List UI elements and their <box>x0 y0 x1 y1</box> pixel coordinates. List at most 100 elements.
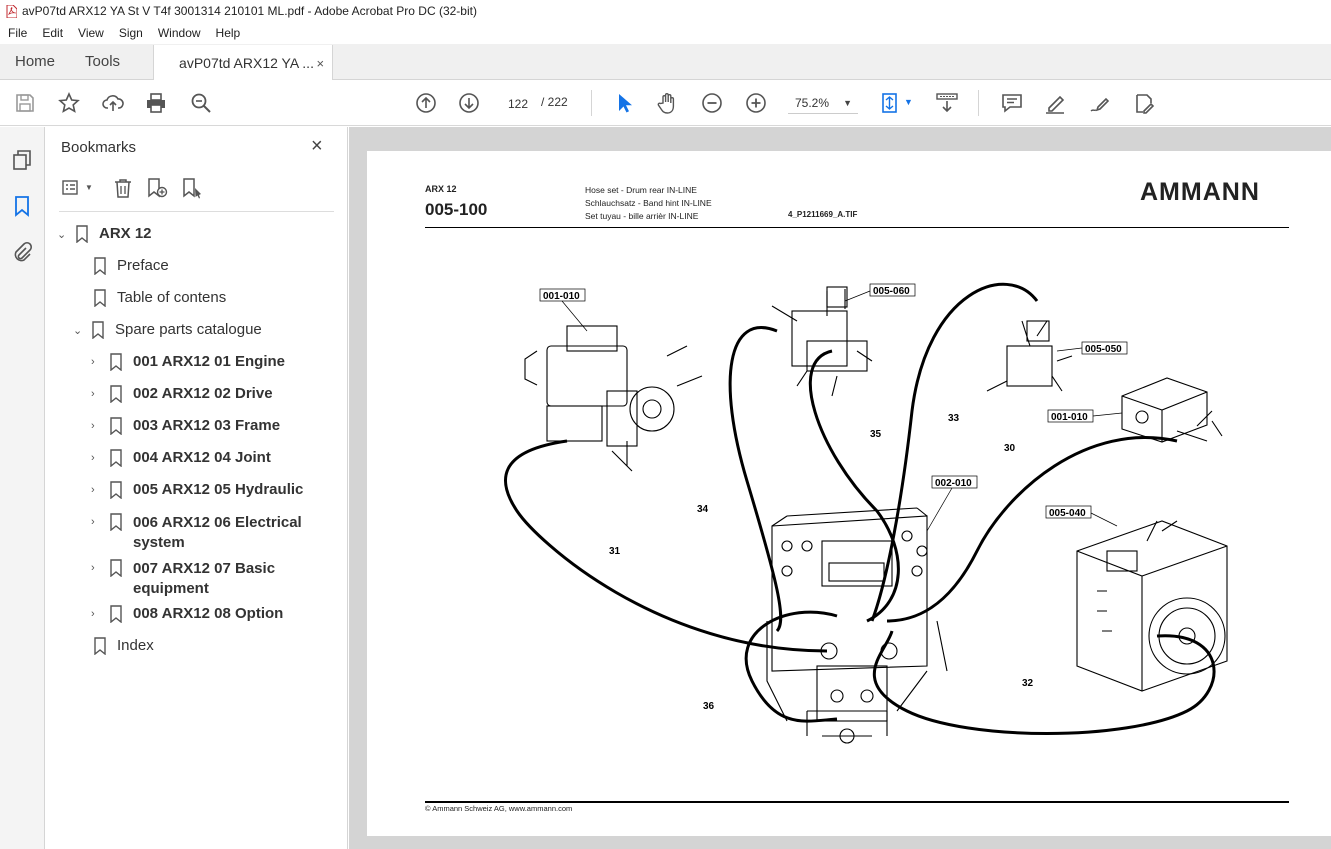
chevron-right-icon[interactable]: › <box>91 356 105 368</box>
highlight-icon[interactable] <box>1043 91 1067 115</box>
window-title: avP07td ARX12 YA St V T4f 3001314 210101… <box>22 4 477 18</box>
print-icon[interactable] <box>144 91 168 115</box>
next-page-icon[interactable] <box>457 91 481 115</box>
bookmark-table-of-contents[interactable]: Table of contens <box>89 289 226 308</box>
bookmark-label-line2: equipment <box>133 580 209 597</box>
chevron-right-icon[interactable]: › <box>91 608 105 620</box>
bookmark-label-line1: 006 ARX12 06 Electrical <box>133 514 302 531</box>
hose-number-35: 35 <box>870 429 882 440</box>
bookmark-icon[interactable] <box>11 195 33 217</box>
pdf-icon <box>5 4 17 18</box>
page-number-input[interactable]: 122 <box>500 92 536 114</box>
menu-help[interactable]: Help <box>208 26 248 40</box>
bookmark-flag-icon <box>91 321 105 340</box>
cooler-component <box>1076 520 1228 692</box>
drum-frame-component <box>766 507 948 744</box>
chevron-right-icon[interactable]: › <box>91 452 105 464</box>
chevron-right-icon[interactable]: › <box>91 420 105 432</box>
callout-001-010-b: 001-010 <box>1051 412 1088 423</box>
chevron-down-icon[interactable]: ⌄ <box>73 324 87 337</box>
close-tab-icon[interactable]: × <box>316 56 324 71</box>
bookmark-spare-parts[interactable]: ⌄ Spare parts catalogue <box>73 321 262 340</box>
page-footer: © Ammann Schweiz AG, www.ammann.com <box>425 804 573 813</box>
bookmark-flag-icon <box>93 257 107 276</box>
upload-icon[interactable] <box>101 91 125 115</box>
bookmarks-panel: Bookmarks × ▼ ⌄ ARX 12 Preface Table of … <box>45 127 348 849</box>
bookmark-003[interactable]: › 003 ARX12 03 Frame <box>91 417 280 436</box>
bookmark-label: 008 ARX12 08 Option <box>133 605 284 622</box>
bookmark-008[interactable]: › 008 ARX12 08 Option <box>91 605 284 624</box>
zoom-in-icon[interactable] <box>744 91 768 115</box>
options-chevron-icon[interactable]: ▼ <box>85 183 93 192</box>
document-viewer[interactable]: ARX 12 005-100 Hose set - Drum rear IN-L… <box>349 127 1331 849</box>
save-icon[interactable] <box>13 91 37 115</box>
bookmark-flag-icon <box>93 637 107 656</box>
bookmark-index[interactable]: Index <box>89 637 154 656</box>
bookmark-label: Index <box>117 637 154 654</box>
chevron-right-icon[interactable]: › <box>91 562 105 574</box>
bookmark-flag-icon <box>109 559 123 578</box>
zoom-out-icon[interactable] <box>700 91 724 115</box>
bookmarks-toolbar: ▼ <box>45 175 348 212</box>
fit-page-chevron-icon[interactable]: ▼ <box>904 97 913 107</box>
menu-window[interactable]: Window <box>150 26 208 40</box>
bookmark-002[interactable]: › 002 ARX12 02 Drive <box>91 385 273 404</box>
toolbar-divider <box>591 90 592 116</box>
tab-document[interactable]: avP07td ARX12 YA ... × <box>153 45 334 81</box>
hand-icon[interactable] <box>656 91 680 115</box>
bookmark-005[interactable]: › 005 ARX12 05 Hydraulic <box>91 481 303 500</box>
divider <box>59 211 334 212</box>
hose-number-32: 32 <box>1022 678 1034 689</box>
hose-diagram: 001-010 005-060 005-050 001-010 002-010 … <box>504 282 1228 744</box>
options-icon[interactable] <box>61 177 83 199</box>
sign-icon[interactable] <box>1088 91 1112 115</box>
callout-005-040: 005-040 <box>1049 508 1086 519</box>
menu-sign[interactable]: Sign <box>111 26 150 40</box>
bookmark-004[interactable]: › 004 ARX12 04 Joint <box>91 449 271 468</box>
chevron-right-icon[interactable]: › <box>91 516 105 528</box>
bookmark-flag-icon <box>75 225 89 244</box>
find-bookmark-icon[interactable] <box>181 177 203 199</box>
callout-labels: 001-010 005-060 005-050 001-010 002-010 … <box>539 283 1128 712</box>
chevron-down-icon[interactable]: ⌄ <box>57 228 71 241</box>
callout-002-010: 002-010 <box>935 478 972 489</box>
menu-view[interactable]: View <box>70 26 111 40</box>
tab-tools[interactable]: Tools <box>70 44 135 79</box>
new-bookmark-icon[interactable] <box>146 177 168 199</box>
hose-number-31: 31 <box>609 546 621 557</box>
bookmark-007[interactable]: › 007 ARX12 07 Basic equipment <box>91 559 275 599</box>
attachment-icon[interactable] <box>11 241 33 263</box>
comment-icon[interactable] <box>1000 91 1024 115</box>
bookmark-label: Spare parts catalogue <box>115 321 262 338</box>
select-arrow-icon[interactable] <box>612 91 636 115</box>
bookmark-label: 007 ARX12 07 Basic equipment <box>133 559 275 599</box>
fit-page-icon[interactable] <box>879 91 903 115</box>
bookmark-label: Preface <box>117 257 169 274</box>
delete-icon[interactable] <box>112 177 134 199</box>
tab-home[interactable]: Home <box>0 44 70 79</box>
prev-page-icon[interactable] <box>414 91 438 115</box>
bookmark-label: 006 ARX12 06 Electrical system <box>133 513 302 553</box>
zoom-level-select[interactable]: 75.2% ▼ <box>788 92 858 114</box>
scroll-mode-icon[interactable] <box>935 91 959 115</box>
zoom-search-icon[interactable] <box>189 91 213 115</box>
close-panel-icon[interactable]: × <box>311 135 323 158</box>
chevron-right-icon[interactable]: › <box>91 484 105 496</box>
pages-icon[interactable] <box>11 149 33 171</box>
bookmark-label: ARX 12 <box>99 225 152 242</box>
zoom-level-value: 75.2% <box>795 96 830 110</box>
menu-file[interactable]: File <box>0 26 34 40</box>
bookmark-label-line1: 007 ARX12 07 Basic <box>133 560 276 577</box>
bookmark-006[interactable]: › 006 ARX12 06 Electrical system <box>91 513 302 553</box>
bookmark-label: 001 ARX12 01 Engine <box>133 353 286 370</box>
edit-icon[interactable] <box>1132 91 1156 115</box>
callout-001-010-a: 001-010 <box>543 291 580 302</box>
bookmark-001[interactable]: › 001 ARX12 01 Engine <box>91 353 286 372</box>
chevron-right-icon[interactable]: › <box>91 388 105 400</box>
menu-edit[interactable]: Edit <box>34 26 70 40</box>
bookmark-flag-icon <box>109 449 123 468</box>
left-rail <box>0 127 45 849</box>
bookmark-preface[interactable]: Preface <box>89 257 169 276</box>
bookmark-arx12[interactable]: ⌄ ARX 12 <box>57 225 152 244</box>
star-icon[interactable] <box>57 91 81 115</box>
